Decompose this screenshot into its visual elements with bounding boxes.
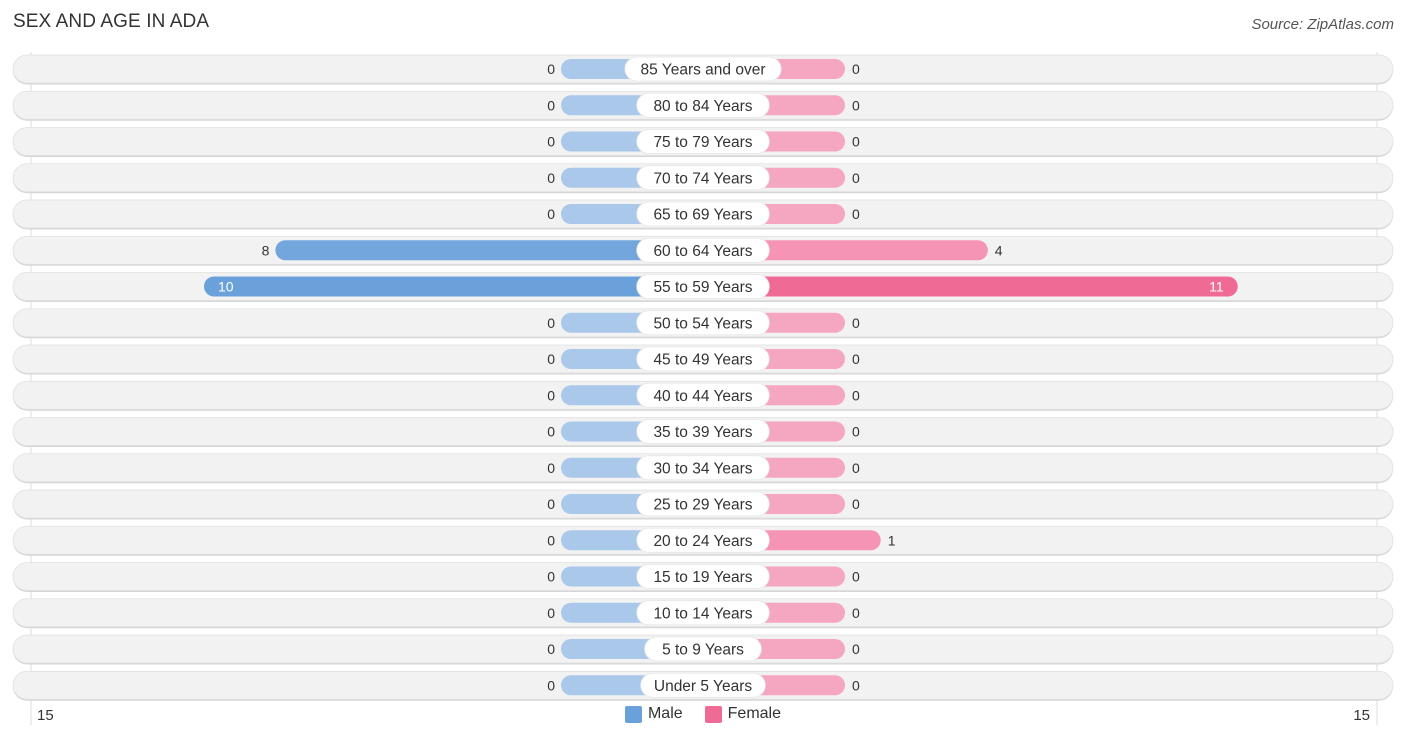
value-label-male: 0: [547, 641, 555, 657]
bar-male: [204, 276, 703, 297]
value-label-male: 0: [547, 315, 555, 331]
value-label-female: 0: [852, 424, 860, 440]
value-label-male: 8: [262, 242, 270, 258]
bar-female: [703, 276, 1238, 297]
value-label-female: 1: [888, 532, 896, 548]
category-label: 50 to 54 Years: [653, 315, 752, 332]
legend-label-male: Male: [647, 705, 683, 722]
category-label: Under 5 Years: [654, 678, 752, 695]
legend-item-female: Female: [704, 705, 782, 723]
value-label-female: 0: [852, 605, 860, 621]
value-label-male: 0: [547, 605, 555, 621]
value-label-male: 0: [547, 677, 555, 693]
value-label-male: 0: [547, 170, 555, 186]
value-label-female: 0: [852, 97, 860, 113]
category-label: 40 to 44 Years: [653, 388, 752, 405]
value-label-female: 0: [852, 641, 860, 657]
legend-label-female: Female: [727, 705, 782, 722]
category-label: 85 Years and over: [641, 62, 766, 79]
value-label-male: 0: [547, 351, 555, 367]
value-label-male: 0: [547, 532, 555, 548]
category-label: 65 to 69 Years: [653, 207, 752, 224]
value-label-female: 0: [852, 61, 860, 77]
value-label-male: 10: [218, 279, 234, 295]
value-label-male: 0: [547, 61, 555, 77]
value-label-female: 0: [852, 206, 860, 222]
value-label-female: 4: [995, 242, 1003, 258]
value-label-male: 0: [547, 387, 555, 403]
category-label: 35 to 39 Years: [653, 424, 752, 441]
legend-swatch-male: [624, 705, 642, 723]
legend-swatch-female: [704, 705, 722, 723]
category-label: 5 to 9 Years: [662, 642, 744, 659]
value-label-male: 0: [547, 134, 555, 150]
value-label-female: 0: [852, 351, 860, 367]
value-label-female: 0: [852, 569, 860, 585]
value-label-male: 0: [547, 496, 555, 512]
value-label-female: 11: [1209, 279, 1224, 295]
value-label-female: 0: [852, 315, 860, 331]
value-label-female: 0: [852, 677, 860, 693]
value-label-male: 0: [547, 206, 555, 222]
category-label: 20 to 24 Years: [653, 533, 752, 550]
category-label: 30 to 34 Years: [653, 460, 752, 477]
value-label-female: 0: [852, 496, 860, 512]
value-label-male: 0: [547, 569, 555, 585]
value-label-male: 0: [547, 424, 555, 440]
category-label: 75 to 79 Years: [653, 134, 752, 151]
legend-item-male: Male: [624, 705, 683, 723]
category-label: 55 to 59 Years: [653, 279, 752, 296]
value-label-male: 0: [547, 460, 555, 476]
category-label: 45 to 49 Years: [653, 352, 752, 369]
population-pyramid-chart: 0 0 85 Years and over 0 0 80 to 84 Years 0 0 75 …: [12, 52, 1394, 725]
value-label-female: 0: [852, 134, 860, 150]
category-label: 80 to 84 Years: [653, 98, 752, 115]
category-label: 25 to 29 Years: [653, 497, 752, 514]
legend: Male Female: [0, 705, 1406, 723]
value-label-male: 0: [547, 97, 555, 113]
category-label: 10 to 14 Years: [653, 605, 752, 622]
value-label-female: 0: [852, 460, 860, 476]
category-label: 60 to 64 Years: [653, 243, 752, 260]
category-label: 15 to 19 Years: [653, 569, 752, 586]
value-label-female: 0: [852, 170, 860, 186]
category-label: 70 to 74 Years: [653, 170, 752, 187]
value-label-female: 0: [852, 387, 860, 403]
